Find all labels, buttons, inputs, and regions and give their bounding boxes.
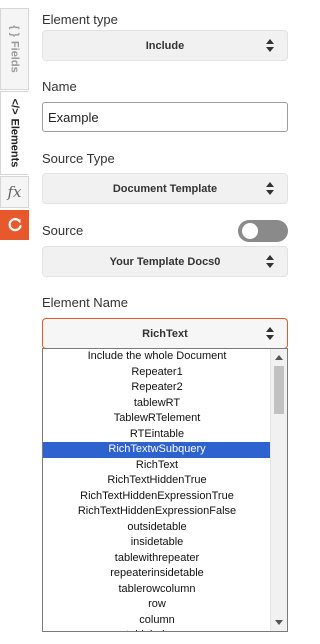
- braces-icon: { }: [8, 25, 21, 37]
- dropdown-option[interactable]: RichTextwSubquery: [43, 442, 271, 458]
- toggle-knob: [242, 223, 258, 239]
- tab-elements[interactable]: </> Elements: [0, 91, 29, 175]
- dropdown-option[interactable]: repeaterinsidetable: [43, 566, 271, 582]
- source-type-select[interactable]: Document Template: [42, 173, 288, 204]
- dropdown-option[interactable]: column: [43, 613, 271, 629]
- dropdown-option[interactable]: tableindexes: [43, 628, 271, 631]
- element-type-select[interactable]: Include: [42, 30, 288, 61]
- dropdown-option[interactable]: tablewRT: [43, 396, 271, 412]
- element-type-value: Include: [145, 39, 185, 52]
- dropdown-options: Include the whole Document Repeater1 Repea…: [43, 349, 271, 631]
- scroll-down-icon[interactable]: [275, 620, 283, 625]
- scrollbar-thumb[interactable]: [274, 366, 284, 414]
- dropdown-option[interactable]: row: [43, 597, 271, 613]
- dropdown-scrollbar[interactable]: [270, 349, 287, 631]
- dropdown-option[interactable]: tablerowcolumn: [43, 582, 271, 598]
- source-type-label: Source Type: [42, 151, 115, 166]
- scroll-up-icon[interactable]: [275, 355, 283, 360]
- tab-elements-label: Elements: [8, 118, 21, 168]
- element-name-value: RichText: [142, 327, 188, 340]
- dropdown-option[interactable]: insidetable: [43, 535, 271, 551]
- reload-icon: [8, 218, 22, 232]
- source-select[interactable]: Your Template Docs0: [42, 246, 288, 277]
- name-input[interactable]: Example: [42, 102, 288, 132]
- source-value: Your Template Docs0: [109, 255, 221, 268]
- element-name-dropdown[interactable]: Include the whole Document Repeater1 Repea…: [42, 348, 288, 632]
- dropdown-option[interactable]: TablewRTelement: [43, 411, 271, 427]
- name-label: Name: [42, 79, 77, 94]
- dropdown-option[interactable]: Repeater1: [43, 365, 271, 381]
- element-name-label: Element Name: [42, 295, 128, 310]
- source-toggle[interactable]: [238, 220, 288, 242]
- reload-button[interactable]: [0, 210, 29, 240]
- select-arrows-icon: [266, 254, 274, 269]
- dropdown-option[interactable]: RichTextHiddenExpressionTrue: [43, 489, 271, 505]
- select-arrows-icon: [266, 38, 274, 53]
- dropdown-option[interactable]: RTEintable: [43, 427, 271, 443]
- element-name-select[interactable]: RichText: [42, 318, 288, 349]
- dropdown-option[interactable]: RichText: [43, 458, 271, 474]
- source-label: Source: [42, 223, 84, 238]
- dropdown-option[interactable]: RichTextHiddenTrue: [43, 473, 271, 489]
- select-arrows-icon: [266, 326, 274, 341]
- dropdown-option[interactable]: RichTextHiddenExpressionFalse: [43, 504, 271, 520]
- source-type-value: Document Template: [112, 182, 218, 195]
- code-icon: </>: [8, 98, 21, 115]
- tab-fields-label: Fields: [8, 40, 21, 73]
- dropdown-option[interactable]: Repeater2: [43, 380, 271, 396]
- dropdown-option[interactable]: outsidetable: [43, 520, 271, 536]
- select-arrows-icon: [266, 181, 274, 196]
- tab-formula[interactable]: fx: [0, 176, 29, 208]
- element-type-label: Element type: [42, 12, 118, 27]
- dropdown-option[interactable]: tablewithrepeater: [43, 551, 271, 567]
- function-icon: fx: [7, 183, 22, 201]
- tab-fields[interactable]: { } Fields: [0, 8, 29, 90]
- dropdown-option[interactable]: Include the whole Document: [43, 349, 271, 365]
